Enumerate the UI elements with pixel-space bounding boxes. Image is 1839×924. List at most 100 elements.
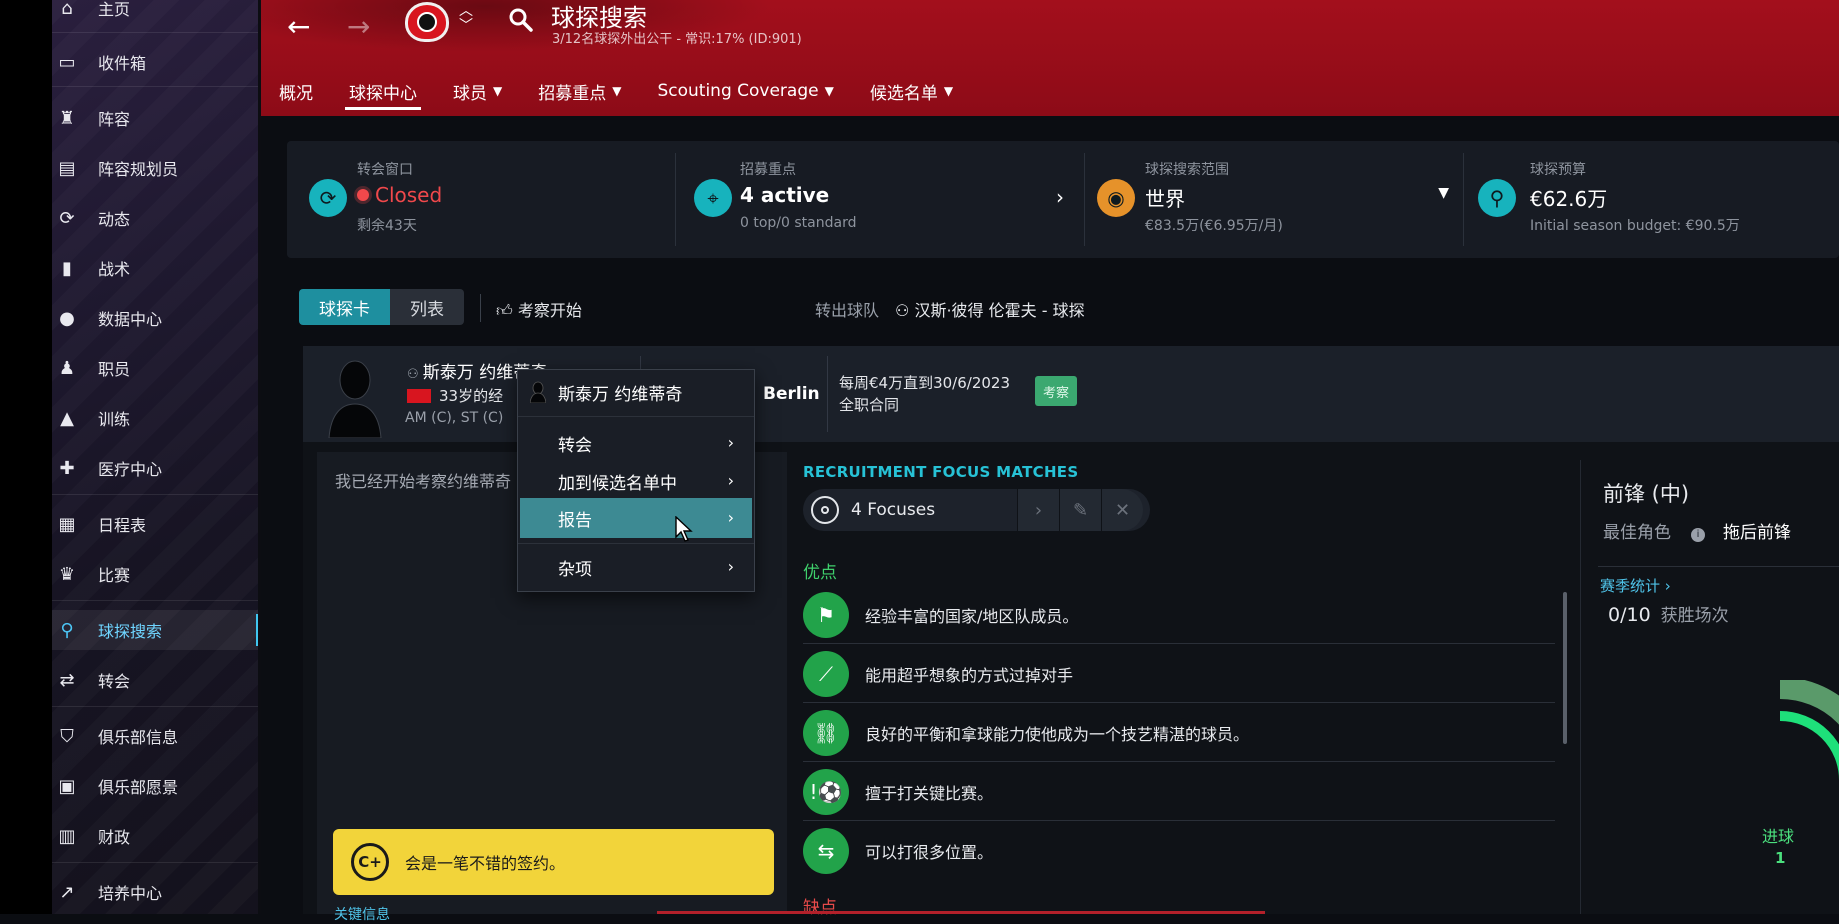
card-label: 转会窗口 — [357, 162, 413, 178]
menu-separator — [518, 416, 754, 417]
player-club[interactable]: Berlin — [763, 384, 820, 404]
player-silhouette-icon — [530, 381, 546, 403]
sidebar-item-training[interactable]: ▲ 训练 — [52, 398, 260, 438]
chevron-right-icon[interactable]: › — [1017, 489, 1059, 531]
sidebar-item-label: 球探搜索 — [98, 622, 163, 641]
sidebar-divider — [52, 494, 260, 495]
menu-item-report[interactable]: 报告 › — [520, 498, 752, 538]
sidebar-item-dynamics[interactable]: ⟳ 动态 — [52, 198, 260, 238]
tab-players[interactable]: 球员 ▼ — [435, 70, 520, 112]
shield-icon: ⛉ — [60, 725, 74, 747]
sidebar-item-inbox[interactable]: ▭ 收件箱 — [52, 42, 260, 82]
tab-recruitment-focus[interactable]: 招募重点 ▼ — [520, 70, 639, 112]
menu-item-label: 报告 — [558, 510, 592, 531]
chevron-right-icon[interactable]: › — [1056, 185, 1064, 209]
chevron-right-icon: › — [727, 471, 734, 490]
sidebar-item-competitions[interactable]: ♛ 比赛 — [52, 554, 260, 594]
sidebar-item-medical[interactable]: ✚ 医疗中心 — [52, 448, 260, 488]
chevron-down-icon: ▼ — [612, 84, 622, 98]
info-icon[interactable]: i — [1691, 528, 1705, 542]
edit-pencil-icon[interactable]: ✎ — [1059, 489, 1101, 531]
balance-icon: ⛓ — [803, 709, 849, 756]
tab-overview[interactable]: 概况 — [261, 70, 331, 112]
tab-shortlist[interactable]: 候选名单 ▼ — [852, 70, 971, 112]
tactics-board-icon: ▮ — [62, 257, 72, 279]
strength-row: ⟋ 能用超乎想象的方式过掉对手 — [803, 645, 1555, 703]
sidebar-divider — [52, 600, 260, 601]
sidebar-item-staff[interactable]: ♟ 职员 — [52, 348, 260, 388]
sidebar-item-label: 阵容 — [98, 110, 131, 129]
menu-item-add-to-shortlist[interactable]: 加到候选名单中 › — [520, 461, 752, 501]
transfer-team-label: 转出球队 — [815, 301, 880, 320]
transfer-team-info: 转出球队 ⚇ 汉斯·彼得 伦霍夫 - 球探 — [815, 297, 1085, 321]
scouting-budget-card: ⚲ 球探预算 €62.6万 Initial season budget: €90… — [1464, 141, 1839, 258]
club-crest-icon[interactable] — [405, 2, 449, 42]
view-toggle: 球探卡 列表 — [299, 289, 464, 325]
back-arrow-icon[interactable]: ← — [287, 10, 310, 43]
scouting-range-card[interactable]: ◉ 球探搜索范围 世界 €83.5万(€6.95万/月) ▼ — [1085, 141, 1463, 258]
sidebar-item-club-vision[interactable]: ▣ 俱乐部愿景 — [52, 766, 260, 806]
start-scouting-button[interactable]: 👍︎ 考察开始 — [496, 297, 582, 321]
staff-icon: ♟ — [58, 357, 76, 379]
report-text: 我已经开始考察约维蒂奇 — [335, 472, 512, 491]
sidebar-item-schedule[interactable]: ▦ 日程表 — [52, 504, 260, 544]
club-switch-chevrons-icon[interactable]: ︿ ﹀ — [459, 4, 473, 34]
season-stats-link[interactable]: 赛季统计 › — [1600, 575, 1671, 596]
clipboard-icon: ▤ — [58, 157, 76, 179]
sidebar-item-tactics[interactable]: ▮ 战术 — [52, 248, 260, 288]
tab-label: 球探中心 — [349, 83, 417, 104]
development-icon: ↗ — [59, 881, 75, 903]
sidebar-item-home[interactable]: ⌂ 主页 — [52, 0, 260, 28]
card-label: 球探搜索范围 — [1145, 162, 1229, 178]
menu-item-label: 杂项 — [558, 559, 592, 580]
view-card-button[interactable]: 球探卡 — [299, 289, 390, 325]
menu-item-transfer[interactable]: 转会 › — [520, 423, 752, 463]
tab-scouting-centre[interactable]: 球探中心 — [331, 70, 435, 112]
dribble-icon: ⟋ — [803, 650, 849, 697]
sidebar-item-development[interactable]: ↗ 培养中心 — [52, 872, 260, 912]
menu-item-misc[interactable]: 杂项 › — [520, 547, 752, 587]
sidebar-divider — [52, 862, 260, 863]
mouse-cursor-icon — [675, 516, 693, 542]
tab-label: 球员 — [453, 83, 487, 104]
view-list-button[interactable]: 列表 — [390, 289, 464, 325]
card-sub: €83.5万(€6.95万/月) — [1145, 218, 1283, 234]
sidebar-item-finances[interactable]: ▥ 财政 — [52, 816, 260, 856]
sidebar-item-scouting[interactable]: ⚲ 球探搜索 — [52, 610, 260, 650]
search-icon: ⚲ — [60, 619, 74, 641]
transfer-window-card[interactable]: ⟳ 转会窗口 Closed 剩余43天 — [287, 141, 675, 258]
divider — [827, 356, 828, 432]
left-black-bar — [0, 0, 52, 914]
focus-selector[interactable]: 4 Focuses › ✎ ✕ — [803, 489, 1150, 531]
header-bar: ← → ︿ ﹀ 球探搜索 3/12名球探外出公干 - 常识:17% (ID:901… — [261, 0, 1839, 116]
strengths-scrollbar[interactable] — [1563, 592, 1567, 744]
key-info-label: 关键信息 — [334, 907, 390, 923]
sidebar-item-transfers[interactable]: ⇄ 转会 — [52, 660, 260, 700]
sidebar-item-data-hub[interactable]: ● 数据中心 — [52, 298, 260, 338]
recruitment-focus-card[interactable]: ⌖ 招募重点 4 active 0 top/0 standard › — [676, 141, 1084, 258]
card-sub: Initial season budget: €90.5万 — [1530, 218, 1740, 234]
forward-arrow-icon[interactable]: → — [347, 10, 370, 43]
data-hub-icon: ● — [59, 307, 75, 329]
trophy-icon: ♛ — [58, 563, 76, 585]
transfer-team-value[interactable]: 汉斯·彼得 伦霍夫 - 球探 — [914, 301, 1084, 320]
crosshair-icon — [811, 496, 839, 524]
context-menu-header: 斯泰万 约维蒂奇 — [518, 370, 754, 414]
strength-text: 良好的平衡和拿球能力使他成为一个技艺精湛的球员。 — [865, 724, 1250, 744]
sidebar-item-squad[interactable]: ♜ 阵容 — [52, 98, 260, 138]
weaknesses-title: 缺点 — [803, 898, 837, 918]
tab-scouting-coverage[interactable]: Scouting Coverage ▼ — [639, 70, 851, 112]
dynamics-icon: ⟳ — [59, 207, 75, 229]
chevron-down-icon[interactable]: ▼ — [1438, 185, 1449, 201]
versatile-icon: ⇆ — [803, 828, 849, 874]
sidebar-item-label: 培养中心 — [98, 884, 163, 903]
goals-ring-chart — [1779, 680, 1839, 781]
divider — [1580, 460, 1581, 914]
grade-badge: C+ — [351, 843, 389, 881]
sidebar-item-club-info[interactable]: ⛉ 俱乐部信息 — [52, 716, 260, 756]
close-icon[interactable]: ✕ — [1101, 489, 1143, 531]
sidebar-item-squad-planner[interactable]: ▤ 阵容规划员 — [52, 148, 260, 188]
player-positions: AM (C), ST (C) — [405, 410, 504, 426]
person-icon: ⚇ — [407, 367, 423, 382]
strength-row: ⚑ 经验丰富的国家/地区队成员。 — [803, 586, 1555, 644]
